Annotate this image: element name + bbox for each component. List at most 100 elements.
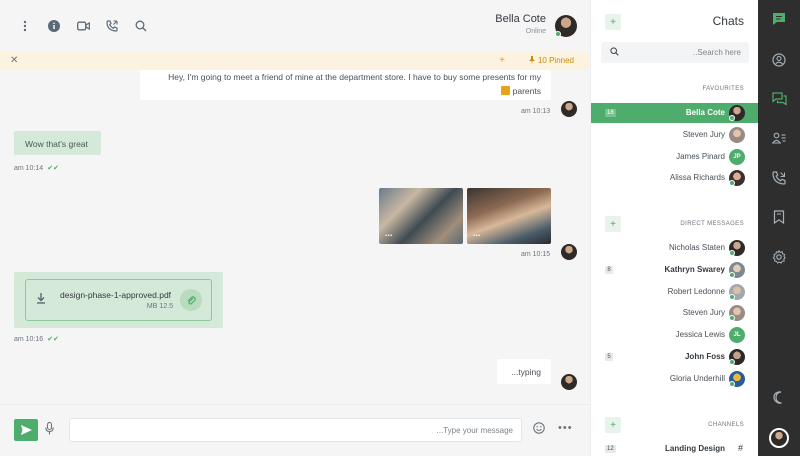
contacts-icon[interactable] [771,130,787,146]
file-name: design-phase-1-approved.pdf [60,290,172,300]
avatar [729,105,745,121]
message-time: am 10:15 [521,251,551,258]
nav-rail [758,0,800,456]
phone-icon[interactable] [103,17,121,35]
close-icon[interactable]: ✕ [10,55,18,66]
pinned-count-label: 10 Pinned [537,56,574,65]
chat-item-name: Steven Jury [682,130,725,139]
unread-badge: 5 [605,353,613,361]
more-vertical-icon[interactable] [16,17,34,35]
chat-bubble-icon[interactable] [771,11,787,27]
info-icon[interactable] [45,17,63,35]
photo-thumbnail[interactable]: ... [379,188,463,244]
online-indicator [555,31,561,37]
download-icon[interactable] [36,293,46,306]
message-time: am 10:16 ✔✔ [14,336,59,343]
attachment-icon[interactable] [180,289,202,311]
message-text: Hey, I'm going to meet a friend of mine … [168,72,541,82]
chat-item-james-pinard[interactable]: James Pinard JP [591,147,759,167]
bookmark-icon[interactable] [771,209,787,225]
sender-avatar [561,374,577,390]
avatar [729,170,745,186]
gift-icon [500,86,510,95]
message-time: am 10:14 ✔✔ [14,165,59,172]
message-time: am 10:13 [521,108,551,115]
chat-item-name: Jessica Lewis [675,330,725,339]
photo-more-icon[interactable]: ... [385,228,393,238]
chat-item-name: Robert Ledonne [667,287,725,296]
add-pin-icon[interactable]: + [499,55,505,66]
contact-avatar[interactable] [555,15,577,37]
typing-indicator: ...typing [497,359,551,384]
chat-item-jessica-lewis[interactable]: Jessica Lewis JL [591,325,759,345]
unread-badge: 12 [605,445,616,453]
file-size: MB 12.5 [146,303,173,310]
new-chat-button[interactable]: + [605,14,621,30]
chat-item-john-foss[interactable]: 5 John Foss [591,347,759,367]
sidebar-title: Chats [712,14,744,28]
photo-thumbnail[interactable]: ... [467,188,551,244]
pinned-bar: ✕ + 10 Pinned [0,52,590,70]
photo-more-icon[interactable]: ... [473,228,481,238]
pinned-count[interactable]: 10 Pinned [528,56,574,65]
pin-icon [528,56,535,64]
message-text: Wow that's great [25,139,88,149]
chat-item-name: Bella Cote [685,108,725,117]
avatar [729,305,745,321]
chat-panel: Bella Cote Online ✕ + 10 Pinned Hey, I'm… [0,0,590,456]
chat-item-kathryn-swarey[interactable]: 8 Kathryn Swarey [591,260,759,280]
dark-mode-icon[interactable] [771,389,787,405]
conversations-icon[interactable] [771,91,787,107]
chat-item-gloria-underhill[interactable]: Gloria Underhill [591,369,759,389]
read-ticks-icon: ✔✔ [47,165,59,172]
more-horizontal-icon[interactable]: ••• [558,422,573,434]
avatar-initials: JL [729,327,745,343]
sidebar-search[interactable]: ..Search here [601,42,749,63]
chat-item-steven-jury[interactable]: Steven Jury [591,125,759,145]
chat-item-robert-ledonne[interactable]: Robert Ledonne [591,282,759,302]
new-channel-button[interactable]: + [605,417,621,433]
search-icon [610,47,619,58]
message-input[interactable] [69,418,522,442]
search-placeholder: ..Search here [692,48,741,57]
chat-item-name: Nicholas Staten [668,243,725,252]
new-direct-message-button[interactable]: + [605,216,621,232]
chat-item-name: Alissa Richards [669,173,725,182]
message-text-line2: parents [150,84,541,98]
message-composer: ••• [0,404,590,456]
settings-icon[interactable] [771,249,787,265]
send-button[interactable] [14,419,38,441]
chat-item-steven-jury-dm[interactable]: Steven Jury [591,303,759,323]
message-bubble[interactable]: Wow that's great [14,131,101,155]
calls-icon[interactable] [771,170,787,186]
avatar-initials: JP [729,149,745,165]
video-icon[interactable] [74,17,92,35]
chat-item-bella-cote[interactable]: 18 Bella Cote [591,103,759,123]
chat-item-nicholas-staten[interactable]: Nicholas Staten [591,238,759,258]
chat-header: Bella Cote Online [0,0,590,52]
unread-badge: 8 [605,266,613,274]
chats-sidebar: + Chats ..Search here FAVOURITES 18 Bell… [590,0,759,456]
avatar [729,349,745,365]
channel-name: Landing Design [665,444,725,453]
chat-item-name: John Foss [684,352,725,361]
chat-item-alissa-richards[interactable]: Alissa Richards [591,168,759,188]
file-attachment[interactable]: design-phase-1-approved.pdf MB 12.5 [25,279,212,321]
channel-item-landing-design[interactable]: 12 Landing Design # [591,439,759,456]
avatar [729,127,745,143]
hash-icon: # [737,443,743,453]
chat-item-name: Kathryn Swarey [664,265,725,274]
user-avatar[interactable] [769,428,789,448]
contact-name[interactable]: Bella Cote [495,13,546,25]
message-bubble[interactable]: Hey, I'm going to meet a friend of mine … [140,70,551,100]
sender-avatar [561,101,577,117]
profile-icon[interactable] [771,52,787,68]
chat-item-name: Gloria Underhill [669,374,725,383]
section-title-direct-messages: DIRECT MESSAGES [680,221,744,227]
section-title-favourites: FAVOURITES [702,86,744,92]
send-icon [20,425,32,435]
microphone-icon[interactable] [45,421,54,437]
search-icon[interactable] [132,17,150,35]
emoji-icon[interactable] [533,422,545,436]
chat-item-name: Steven Jury [682,308,725,317]
